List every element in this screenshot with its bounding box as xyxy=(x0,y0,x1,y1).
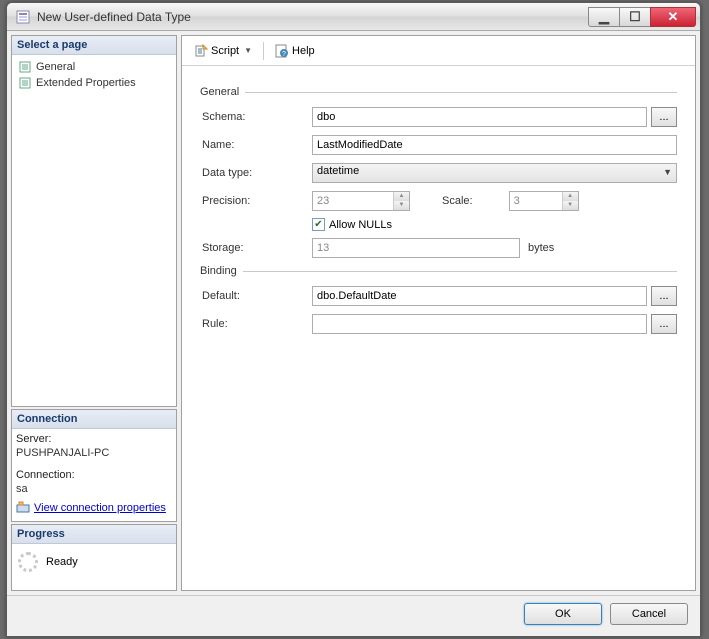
storage-row: Storage: bytes xyxy=(200,237,677,259)
default-row: Default: ... xyxy=(200,285,677,307)
allow-nulls-label: Allow NULLs xyxy=(329,219,392,231)
progress-spinner-icon xyxy=(18,552,38,572)
maximize-button[interactable]: ☐ xyxy=(619,7,651,27)
connection-body: Server: PUSHPANJALI-PC Connection: sa Vi… xyxy=(12,429,176,521)
app-icon xyxy=(15,9,31,25)
dropdown-arrow-icon: ▼ xyxy=(244,46,252,55)
progress-section: Progress Ready xyxy=(11,524,177,591)
schema-label: Schema: xyxy=(200,111,312,123)
general-group-text: General xyxy=(200,86,239,98)
script-label: Script xyxy=(211,45,239,57)
precision-value: 23 xyxy=(313,195,393,207)
precision-label: Precision: xyxy=(200,195,312,207)
progress-header: Progress xyxy=(12,525,176,544)
page-item-general[interactable]: General xyxy=(16,59,172,75)
rule-browse-button[interactable]: ... xyxy=(651,314,677,334)
page-item-label: General xyxy=(36,61,75,73)
help-label: Help xyxy=(292,45,315,57)
script-button[interactable]: Script ▼ xyxy=(188,40,258,62)
connection-icon xyxy=(16,501,30,515)
storage-unit: bytes xyxy=(528,242,554,254)
scale-spinner-buttons: ▲▼ xyxy=(562,192,578,210)
default-input[interactable] xyxy=(312,286,647,306)
close-button[interactable]: ✕ xyxy=(650,7,696,27)
schema-browse-button[interactable]: ... xyxy=(651,107,677,127)
datatype-row: Data type: datetime ▼ xyxy=(200,162,677,184)
combo-arrow-icon: ▼ xyxy=(663,167,672,177)
schema-row: Schema: ... xyxy=(200,106,677,128)
connection-value: sa xyxy=(16,483,172,495)
dialog-footer: OK Cancel xyxy=(7,595,700,631)
server-value: PUSHPANJALI-PC xyxy=(16,447,172,459)
rule-row: Rule: ... xyxy=(200,313,677,335)
page-list: General Extended Properties xyxy=(12,55,176,95)
default-browse-button[interactable]: ... xyxy=(651,286,677,306)
content-area: Select a page General Extended Propertie… xyxy=(7,31,700,595)
name-input[interactable] xyxy=(312,135,677,155)
cancel-button[interactable]: Cancel xyxy=(610,603,688,625)
allow-nulls-checkbox[interactable]: ✔ xyxy=(312,218,325,231)
toolbar-separator xyxy=(263,42,264,60)
page-icon xyxy=(18,60,32,74)
title-bar[interactable]: New User-defined Data Type ▁ ☐ ✕ xyxy=(7,3,700,31)
select-page-header: Select a page xyxy=(12,36,176,55)
view-connection-properties-link[interactable]: View connection properties xyxy=(16,501,172,515)
progress-body: Ready xyxy=(12,544,176,590)
connection-label: Connection: xyxy=(16,469,172,481)
general-group-label: General xyxy=(200,86,677,98)
rule-input[interactable] xyxy=(312,314,647,334)
group-divider xyxy=(243,271,677,272)
select-page-section: Select a page General Extended Propertie… xyxy=(11,35,177,407)
schema-input[interactable] xyxy=(312,107,647,127)
name-row: Name: xyxy=(200,134,677,156)
precision-spinner: 23 ▲▼ xyxy=(312,191,410,211)
datatype-value: datetime xyxy=(317,165,359,177)
storage-input xyxy=(312,238,520,258)
form-area: General Schema: ... Name: Data type: dat… xyxy=(182,66,695,349)
binding-group-text: Binding xyxy=(200,265,237,277)
script-icon xyxy=(194,44,208,58)
right-panel: Script ▼ ? Help General Schema: ... xyxy=(181,35,696,591)
minimize-button[interactable]: ▁ xyxy=(588,7,620,27)
left-panel: Select a page General Extended Propertie… xyxy=(11,35,177,591)
page-item-label: Extended Properties xyxy=(36,77,136,89)
toolbar: Script ▼ ? Help xyxy=(182,36,695,66)
ok-button[interactable]: OK xyxy=(524,603,602,625)
page-icon xyxy=(18,76,32,90)
window-title: New User-defined Data Type xyxy=(35,10,589,24)
window-buttons: ▁ ☐ ✕ xyxy=(589,7,696,27)
scale-spinner: 3 ▲▼ xyxy=(509,191,579,211)
name-label: Name: xyxy=(200,139,312,151)
storage-label: Storage: xyxy=(200,242,312,254)
server-label: Server: xyxy=(16,433,172,445)
precision-row: Precision: 23 ▲▼ Scale: 3 ▲▼ xyxy=(200,190,677,212)
allow-nulls-row: ✔ Allow NULLs xyxy=(312,218,677,231)
datatype-label: Data type: xyxy=(200,167,312,179)
dialog-window: New User-defined Data Type ▁ ☐ ✕ Select … xyxy=(6,2,701,637)
connection-section: Connection Server: PUSHPANJALI-PC Connec… xyxy=(11,409,177,522)
connection-header: Connection xyxy=(12,410,176,429)
group-divider xyxy=(245,92,677,93)
datatype-combo[interactable]: datetime ▼ xyxy=(312,163,677,183)
default-label: Default: xyxy=(200,290,312,302)
progress-status: Ready xyxy=(46,556,78,568)
scale-value: 3 xyxy=(510,195,562,207)
help-button[interactable]: ? Help xyxy=(269,40,321,62)
view-connection-properties-text: View connection properties xyxy=(34,502,166,514)
rule-label: Rule: xyxy=(200,318,312,330)
page-item-extended[interactable]: Extended Properties xyxy=(16,75,172,91)
binding-group-label: Binding xyxy=(200,265,677,277)
help-icon: ? xyxy=(275,44,289,58)
svg-text:?: ? xyxy=(282,51,286,58)
precision-spinner-buttons: ▲▼ xyxy=(393,192,409,210)
scale-label: Scale: xyxy=(442,195,473,207)
